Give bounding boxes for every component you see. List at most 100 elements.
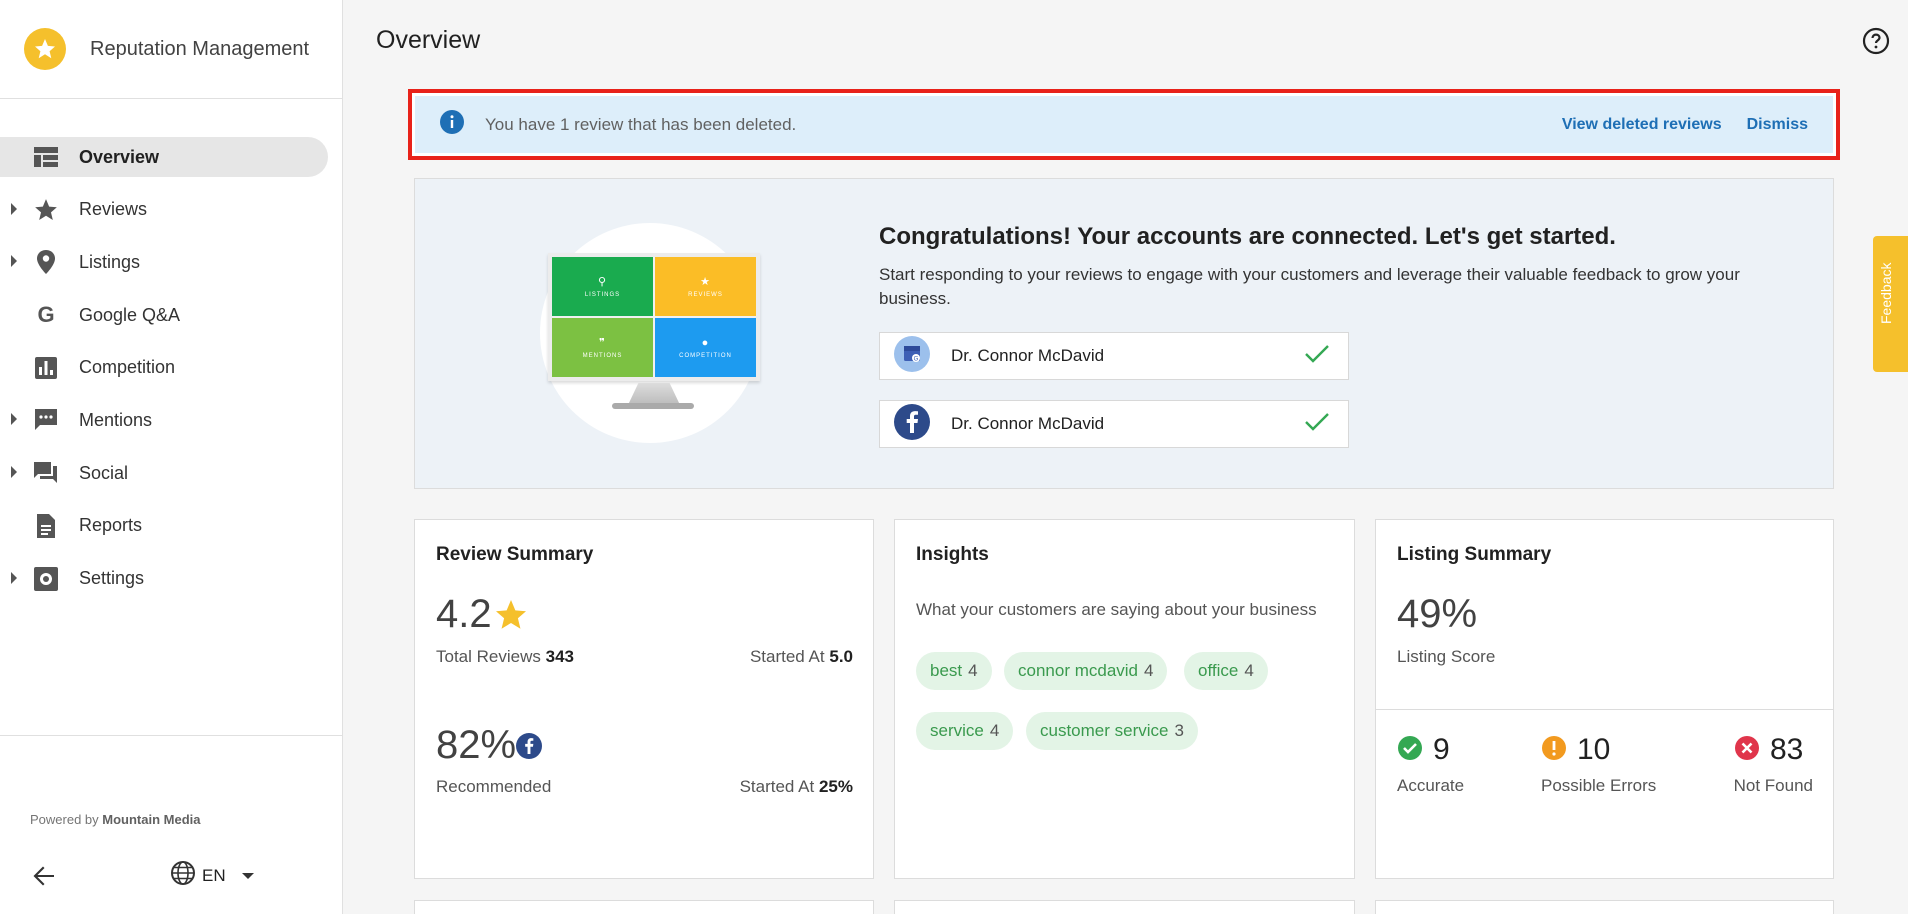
chip-count: 4 xyxy=(1244,661,1254,680)
insights-card[interactable]: Insights What your customers are saying … xyxy=(894,519,1355,879)
card-divider xyxy=(1376,709,1833,710)
powered-by-label: Powered by xyxy=(30,812,99,827)
info-icon xyxy=(439,109,465,140)
connected-description: Start responding to your reviews to enga… xyxy=(879,265,1740,308)
sidebar-item-competition[interactable]: Competition xyxy=(0,348,328,388)
tile-label: REVIEWS xyxy=(688,292,723,298)
sidebar-item-listings[interactable]: Listings xyxy=(0,242,328,282)
sidebar-item-label: Reports xyxy=(79,515,143,536)
account-name: Dr. Connor McDavid xyxy=(951,346,1105,365)
accurate-label: Accurate xyxy=(1397,776,1465,795)
sidebar-divider xyxy=(0,735,342,736)
possible-errors-count: 10 xyxy=(1577,733,1611,766)
next-card-peek xyxy=(894,900,1355,914)
expand-caret-icon[interactable] xyxy=(11,202,17,215)
chip-term: customer service xyxy=(1040,721,1169,740)
help-icon[interactable] xyxy=(1862,27,1890,55)
listing-summary-card[interactable]: Listing Summary 49% Listing Score 9 Accu… xyxy=(1375,519,1834,879)
monitor-illustration: ⚲ LISTINGS ★ REVIEWS ❞ MENTIONS ● COMPETITIO… xyxy=(540,223,760,443)
chip-count: 3 xyxy=(1174,721,1184,740)
language-selector[interactable]: EN xyxy=(170,860,254,891)
listing-score-label: Listing Score xyxy=(1397,647,1496,666)
started-at-value: 25% xyxy=(818,777,853,796)
account-name: Dr. Connor McDavid xyxy=(951,414,1105,433)
sidebar-item-reports[interactable]: Reports xyxy=(0,506,328,546)
expand-caret-icon[interactable] xyxy=(11,255,17,268)
recommended-label: Recommended xyxy=(436,777,552,796)
sidebar-item-google-qa[interactable]: G Google Q&A xyxy=(0,295,328,335)
illustration-tile-mentions: ❞ MENTIONS xyxy=(552,318,653,377)
expand-caret-icon[interactable] xyxy=(11,571,17,584)
connected-account-facebook[interactable]: Dr. Connor McDavid xyxy=(879,400,1349,448)
sidebar: Reputation Management Overview Reviews L… xyxy=(0,0,343,914)
sidebar-item-social[interactable]: Social xyxy=(0,453,328,493)
tile-label: MENTIONS xyxy=(582,353,623,359)
tile-label: LISTINGS xyxy=(584,292,621,298)
accurate-stat: 9 xyxy=(1397,733,1450,767)
svg-text:G: G xyxy=(914,356,919,362)
warning-icon xyxy=(1541,735,1567,766)
not-found-label: Not Found xyxy=(1733,776,1813,795)
view-deleted-reviews-link[interactable]: View deleted reviews xyxy=(1562,116,1722,134)
page-title: Overview xyxy=(376,26,481,54)
listing-summary-title: Listing Summary xyxy=(1397,544,1552,565)
chip-count: 4 xyxy=(1144,661,1154,680)
alert-message: You have 1 review that has been deleted. xyxy=(485,114,797,134)
brand-star-logo-icon xyxy=(24,28,66,70)
insight-chip[interactable]: connor mcdavid 4 xyxy=(1004,652,1168,690)
settings-icon xyxy=(33,566,59,592)
star-icon xyxy=(33,197,59,223)
sidebar-item-settings[interactable]: Settings xyxy=(0,559,328,599)
sidebar-item-mentions[interactable]: Mentions xyxy=(0,400,328,440)
possible-errors-label: Possible Errors xyxy=(1541,776,1657,795)
location-pin-icon xyxy=(33,249,59,275)
sidebar-nav: Overview Reviews Listings G Google Q&A C… xyxy=(0,99,342,599)
comment-icon xyxy=(33,407,59,433)
sidebar-item-label: Reviews xyxy=(79,199,148,220)
dismiss-link[interactable]: Dismiss xyxy=(1747,116,1808,134)
powered-by-brand: Mountain Media xyxy=(102,812,201,827)
insight-chip[interactable]: customer service 3 xyxy=(1026,712,1198,750)
expand-caret-icon[interactable] xyxy=(11,466,17,479)
started-at-value: 5.0 xyxy=(829,647,853,666)
tile-label: COMPETITION xyxy=(679,352,732,359)
sidebar-item-label: Social xyxy=(79,462,129,483)
chip-count: 4 xyxy=(989,721,1000,740)
accounts-connected-card: ⚲ LISTINGS ★ REVIEWS ❞ MENTIONS ● COMPETITIO… xyxy=(414,178,1834,489)
powered-by: Powered by Mountain Media xyxy=(30,812,201,827)
checkmark-icon xyxy=(1304,344,1330,369)
connected-title: Congratulations! Your accounts are conne… xyxy=(879,223,1616,250)
illustration-tile-reviews: ★ REVIEWS xyxy=(655,257,756,316)
total-reviews: Total Reviews 343 xyxy=(436,647,574,667)
insight-chip[interactable]: service 4 xyxy=(916,712,1014,750)
listing-score: 49% xyxy=(1397,592,1478,636)
chip-term: best xyxy=(930,661,963,680)
monitor-base xyxy=(612,403,694,409)
not-found-stat: 83 xyxy=(1734,733,1803,767)
expand-caret-icon[interactable] xyxy=(11,413,17,426)
illustration-tile-listings: ⚲ LISTINGS xyxy=(552,257,653,316)
chip-count: 4 xyxy=(968,661,978,680)
review-summary-card[interactable]: Review Summary 4.2 Total Reviews 343 Sta… xyxy=(414,519,874,879)
insight-chip[interactable]: best 4 xyxy=(916,652,992,690)
chip-term: connor mcdavid xyxy=(1018,661,1139,680)
deleted-review-alert: You have 1 review that has been deleted.… xyxy=(408,89,1840,160)
success-check-icon xyxy=(1397,735,1423,766)
connected-account-google[interactable]: G Dr. Connor McDavid xyxy=(879,332,1349,380)
sidebar-item-reviews[interactable]: Reviews xyxy=(0,190,328,230)
chip-term: office xyxy=(1198,661,1239,680)
sidebar-item-label: Mentions xyxy=(79,409,153,430)
insight-chip[interactable]: office 4 xyxy=(1184,652,1268,690)
started-at-label: Started At xyxy=(739,777,815,796)
dashboard-icon xyxy=(33,144,59,170)
possible-errors-stat: 10 xyxy=(1541,733,1610,767)
total-reviews-label: Total Reviews xyxy=(436,647,541,666)
google-icon: G xyxy=(37,302,55,328)
back-arrow-icon[interactable] xyxy=(30,862,58,890)
chevron-down-icon xyxy=(241,872,254,879)
feedback-tab[interactable]: Feedback xyxy=(1873,236,1908,372)
google-my-business-icon: G xyxy=(894,335,930,377)
sidebar-item-overview[interactable]: Overview xyxy=(0,137,328,177)
facebook-icon xyxy=(894,403,930,445)
error-x-icon xyxy=(1734,735,1760,766)
